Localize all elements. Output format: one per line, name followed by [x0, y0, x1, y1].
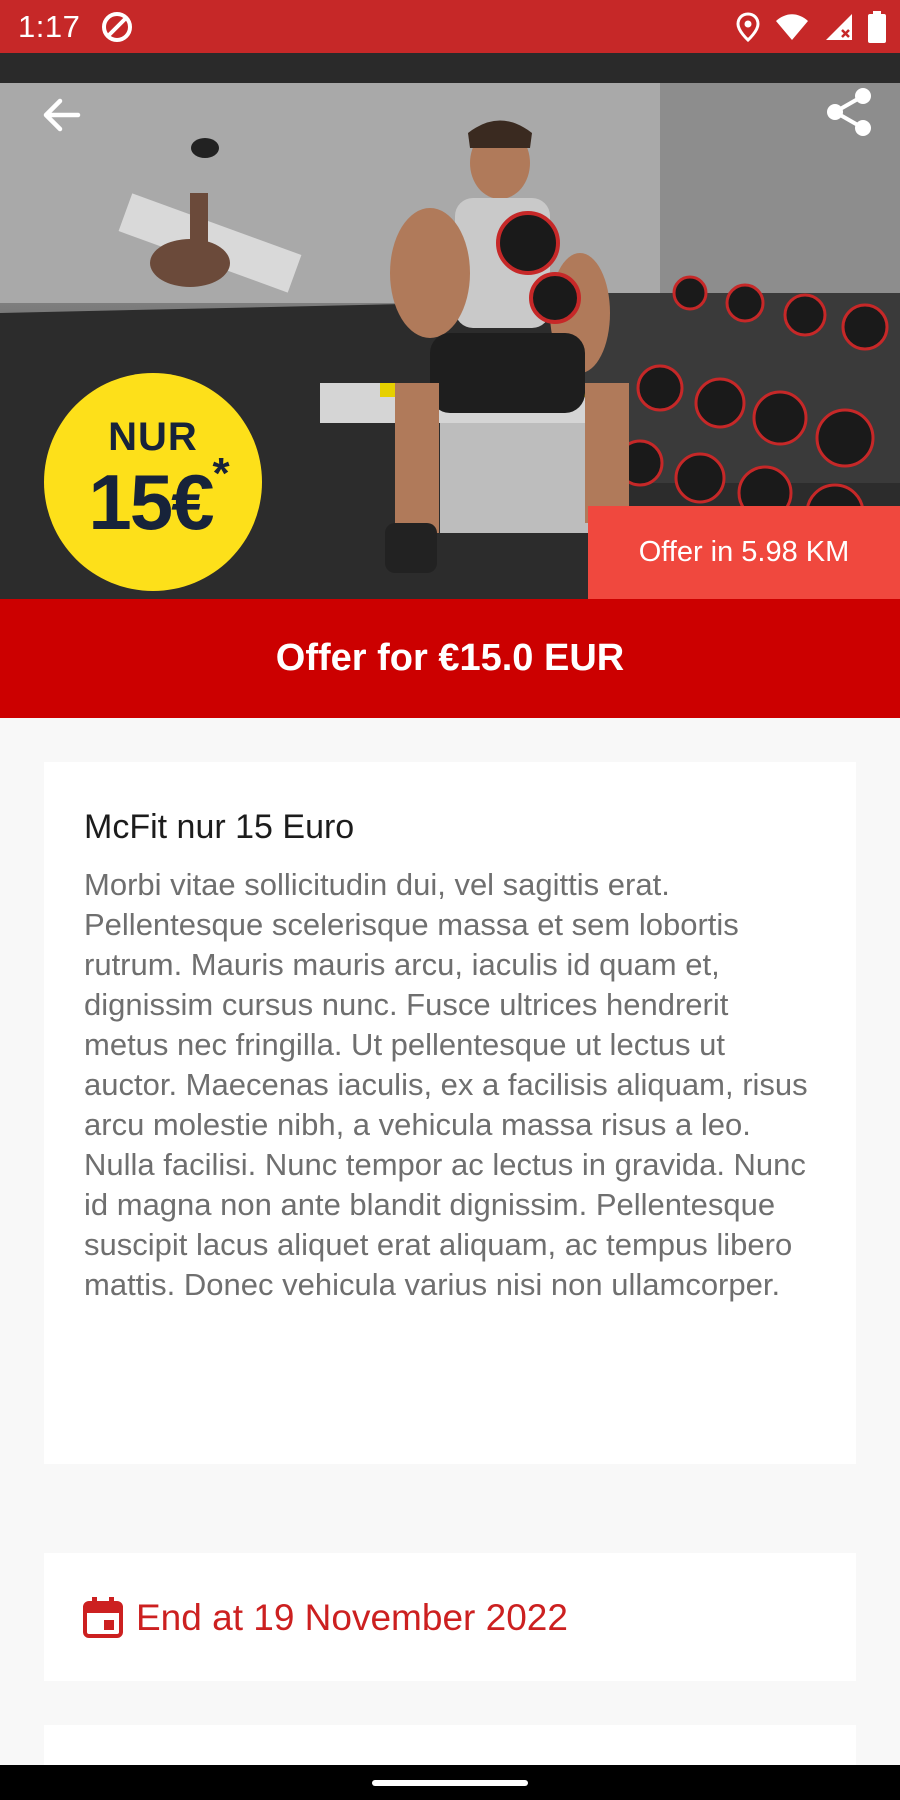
- wifi-icon: [776, 14, 808, 40]
- badge-price-text: 15€*: [54, 449, 262, 548]
- status-bar: 1:17: [0, 0, 900, 53]
- price-badge: NUR 15€*: [44, 373, 262, 591]
- battery-icon: [868, 11, 886, 43]
- offer-description: Morbi vitae sollicitudin dui, vel sagitt…: [84, 867, 808, 1302]
- next-card: [44, 1725, 856, 1765]
- offer-price-banner: Offer for €15.0 EUR: [0, 599, 900, 718]
- badge-top-text: NUR: [108, 415, 198, 459]
- navigation-bar: [0, 1765, 900, 1800]
- app-notification-icon: [102, 12, 132, 42]
- distance-label: Offer in 5.98 KM: [588, 506, 900, 599]
- share-icon[interactable]: [822, 85, 876, 139]
- status-icons: [736, 8, 886, 46]
- status-time: 1:17: [18, 9, 81, 44]
- description-card: McFit nur 15 Euro Morbi vitae sollicitud…: [44, 762, 856, 1464]
- badge-asterisk: *: [212, 449, 230, 498]
- location-icon: [736, 12, 760, 42]
- arrow-back-icon[interactable]: [38, 91, 86, 139]
- badge-price-value: 15€: [88, 458, 214, 546]
- end-date-label: End at 19 November 2022: [136, 1597, 568, 1638]
- calendar-icon: [83, 1597, 123, 1638]
- hero-image: NUR 15€* Offer in 5.98 KM: [0, 53, 900, 599]
- home-gesture-handle[interactable]: [372, 1780, 528, 1786]
- offer-title: McFit nur 15 Euro: [84, 808, 355, 846]
- cellular-icon: [826, 14, 852, 40]
- end-date-card: End at 19 November 2022: [44, 1553, 856, 1681]
